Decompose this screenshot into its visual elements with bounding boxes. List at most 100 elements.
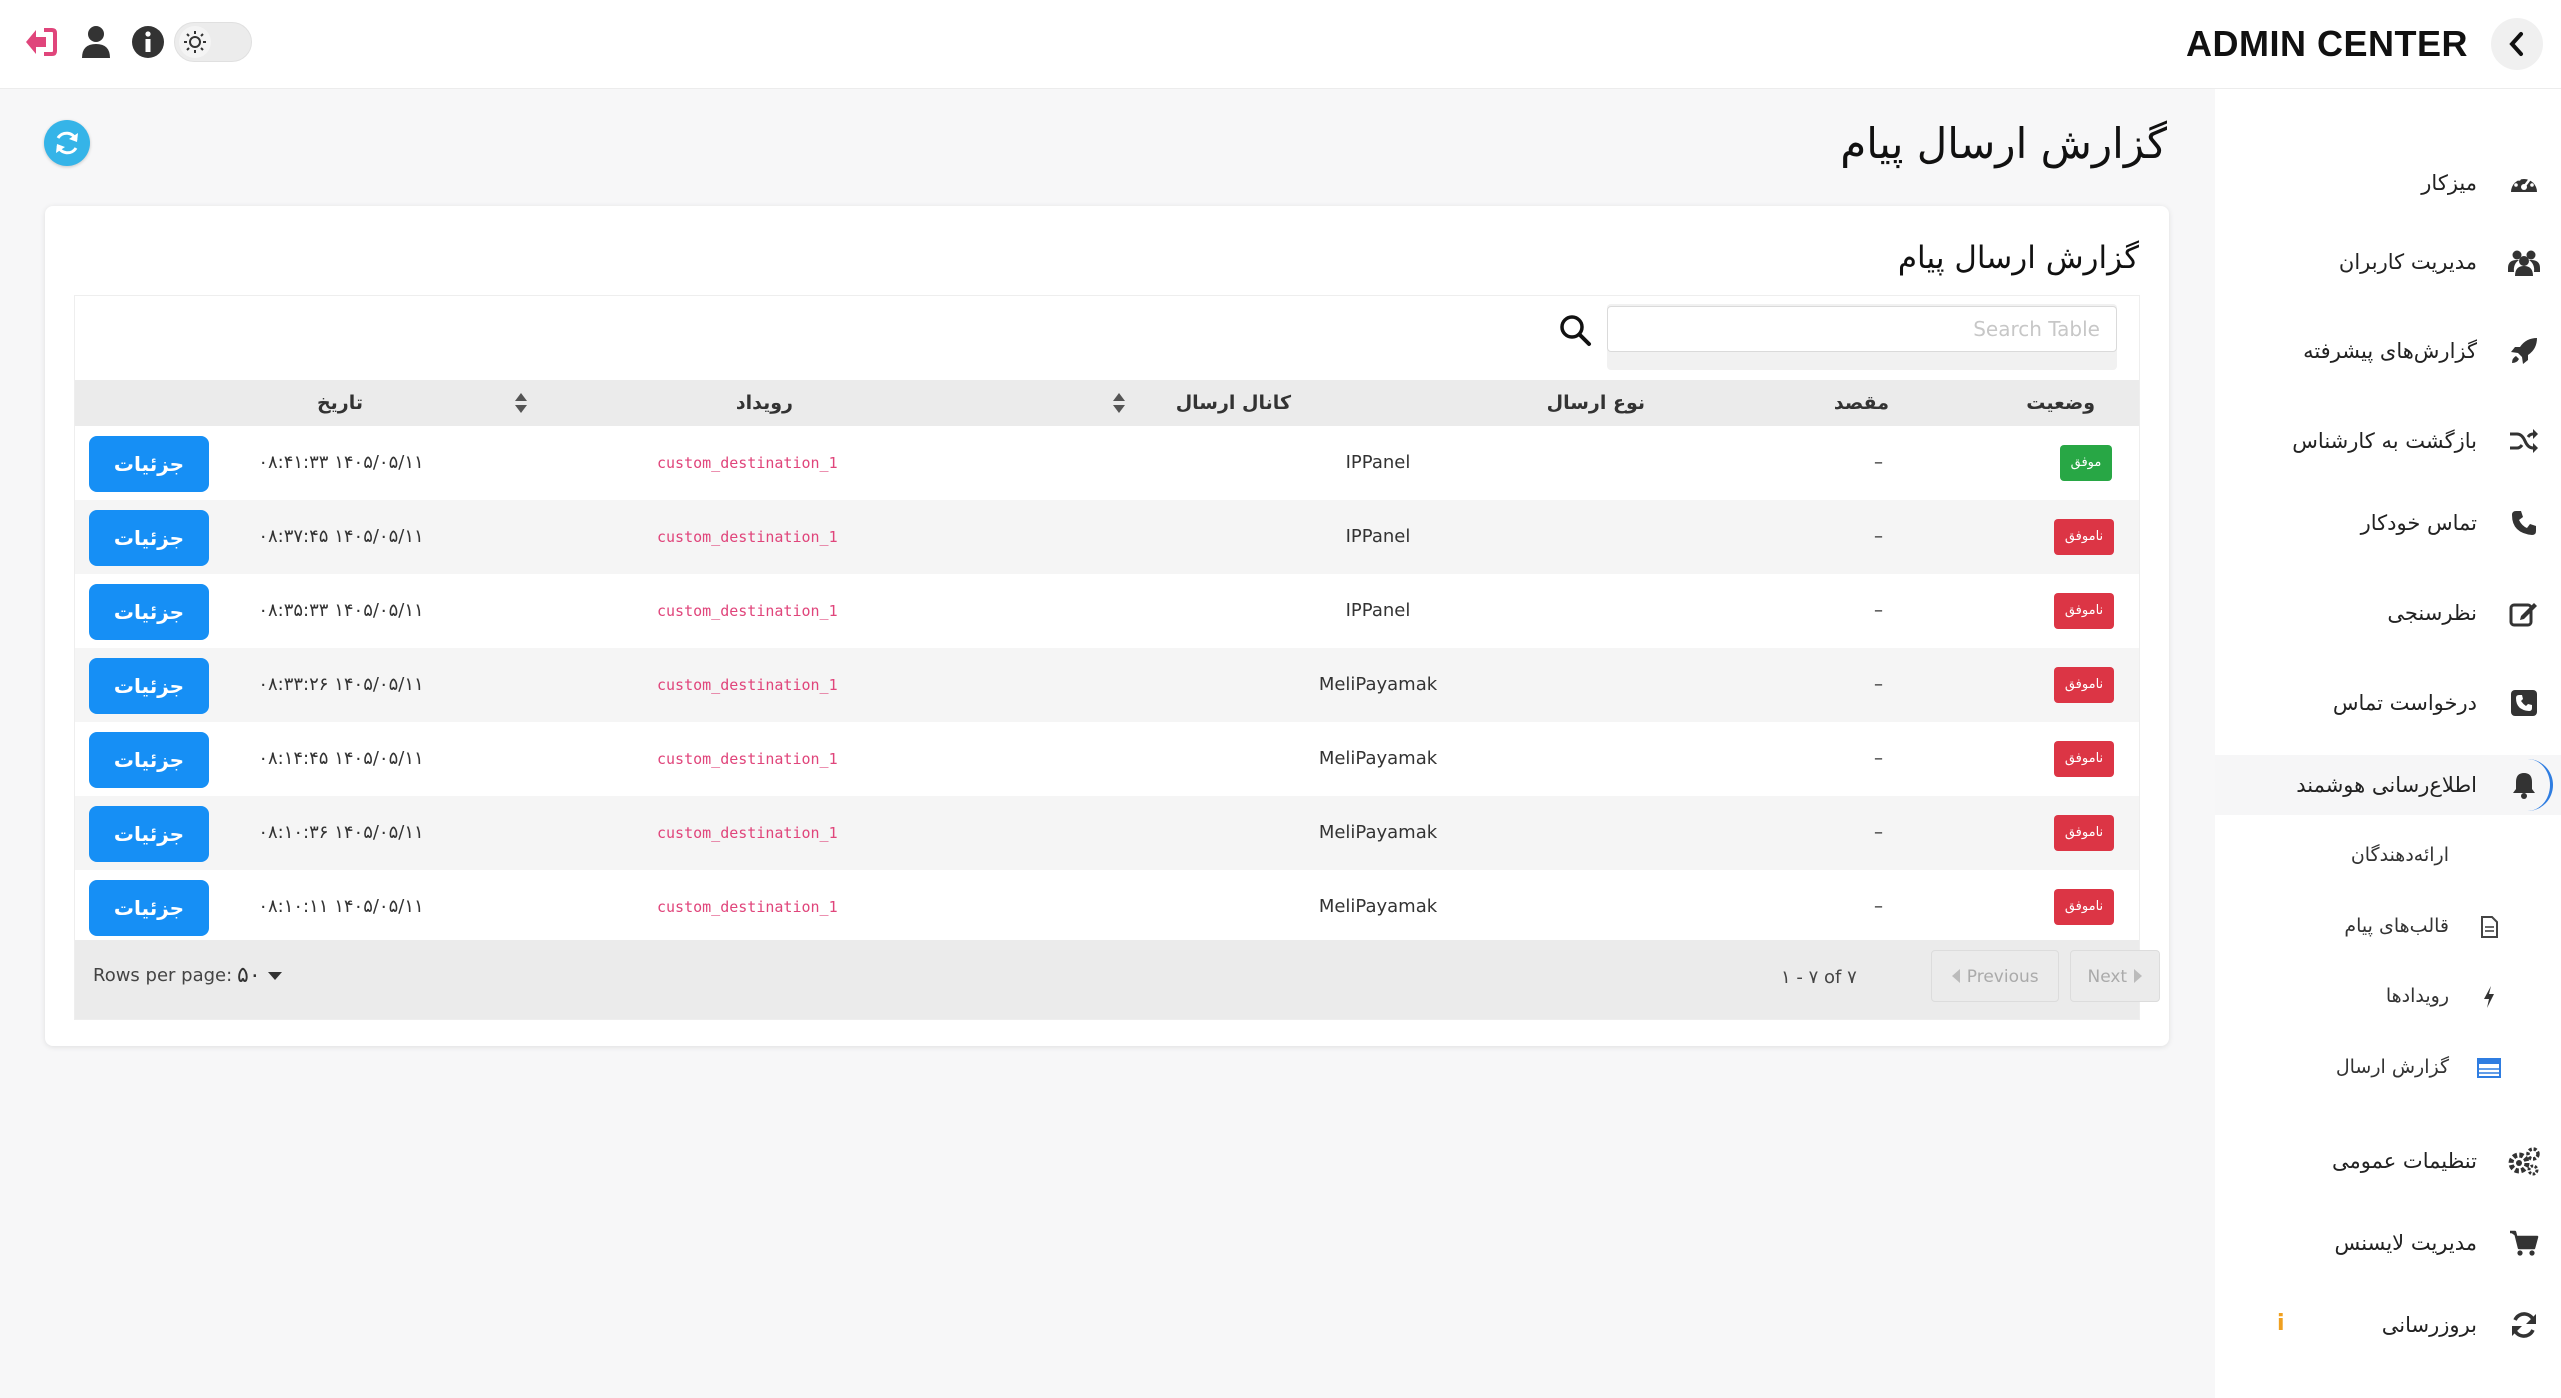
column-header-event[interactable]: رویداد bbox=[736, 380, 793, 426]
caret-left-icon bbox=[1952, 969, 1961, 983]
search-input[interactable] bbox=[1607, 306, 2117, 352]
event-cell: custom_destination_1 bbox=[657, 750, 838, 768]
gears-icon bbox=[2507, 1145, 2541, 1177]
sun-icon bbox=[179, 26, 211, 58]
top-bar: ADMIN CENTER bbox=[0, 0, 2561, 89]
search-icon[interactable] bbox=[1555, 310, 1595, 350]
status-badge: ناموفق bbox=[2054, 593, 2114, 629]
column-header-destination[interactable]: مقصد bbox=[1834, 380, 1889, 426]
destination-cell: – bbox=[1874, 674, 1883, 695]
info-icon[interactable] bbox=[126, 20, 170, 64]
previous-page-button[interactable]: Previous bbox=[1931, 950, 2059, 1002]
column-header-status[interactable]: وضعیت bbox=[2026, 380, 2095, 426]
sidebar-collapse-button[interactable] bbox=[2491, 18, 2543, 70]
sidebar-item-smart-notification[interactable]: اطلاع‌رسانی هوشمند bbox=[2215, 755, 2561, 815]
sidebar-item-survey[interactable]: نظرسنجی bbox=[2215, 583, 2561, 643]
date-cell: ۱۴۰۵/۰۵/۱۱ ۰۸:۴۱:۳۳ bbox=[258, 452, 424, 473]
refresh-button[interactable] bbox=[44, 120, 90, 166]
status-badge: ناموفق bbox=[2054, 667, 2114, 703]
channel-cell: MeliPayamak bbox=[1318, 674, 1438, 695]
phone-icon bbox=[2507, 507, 2541, 539]
channel-cell: MeliPayamak bbox=[1318, 822, 1438, 843]
rows-per-page-label: Rows per page: bbox=[93, 965, 233, 986]
table-header: وضعیت مقصد نوع ارسال کانال ارسال رویداد … bbox=[75, 380, 2139, 426]
table-row: موفق – IPPanel custom_destination_1 ۱۴۰۵/۰۵/… bbox=[75, 426, 2139, 500]
date-cell: ۱۴۰۵/۰۵/۱۱ ۰۸:۱۴:۴۵ bbox=[258, 748, 424, 769]
event-cell: custom_destination_1 bbox=[657, 824, 838, 842]
caret-right-icon bbox=[2133, 969, 2142, 983]
date-cell: ۱۴۰۵/۰۵/۱۱ ۰۸:۱۰:۳۶ bbox=[258, 822, 424, 843]
table-row: ناموفق – IPPanel custom_destination_1 ۱۴۰۵/۰… bbox=[75, 574, 2139, 648]
pagination-range: ۱ - ۷ of ۷ bbox=[1781, 967, 1857, 988]
page-title: گزارش ارسال پیام bbox=[1840, 119, 2167, 168]
details-button[interactable]: جزئیات bbox=[89, 510, 209, 566]
status-badge: ناموفق bbox=[2054, 889, 2114, 925]
destination-cell: – bbox=[1874, 748, 1883, 769]
next-page-button[interactable]: Next bbox=[2070, 950, 2160, 1002]
channel-cell: IPPanel bbox=[1345, 526, 1411, 547]
event-cell: custom_destination_1 bbox=[657, 898, 838, 916]
status-badge: ناموفق bbox=[2054, 741, 2114, 777]
speedometer-icon bbox=[2507, 167, 2541, 199]
bolt-icon bbox=[2477, 985, 2501, 1009]
destination-cell: – bbox=[1874, 452, 1883, 473]
date-cell: ۱۴۰۵/۰۵/۱۱ ۰۸:۳۵:۳۳ bbox=[258, 600, 424, 621]
table-footer: Rows per page: ۵۰ ۱ - ۷ of ۷ Previous Ne… bbox=[75, 940, 2160, 1019]
report-card: گزارش ارسال پیام وضعیت مقصد نوع ارسال کا… bbox=[45, 206, 2169, 1046]
sidebar-item-dashboard[interactable]: میزکار bbox=[2215, 153, 2561, 213]
details-button[interactable]: جزئیات bbox=[89, 584, 209, 640]
sidebar-item-users[interactable]: مدیریت کاربران bbox=[2215, 232, 2561, 292]
rows-per-page-select[interactable]: ۵۰ bbox=[237, 956, 283, 996]
destination-cell: – bbox=[1874, 600, 1883, 621]
sidebar-item-license-management[interactable]: مدیریت لایسنس bbox=[2215, 1213, 2561, 1273]
event-cell: custom_destination_1 bbox=[657, 528, 838, 546]
table-row: ناموفق – IPPanel custom_destination_1 ۱۴۰۵/۰… bbox=[75, 500, 2139, 574]
edit-icon bbox=[2507, 597, 2541, 629]
sidebar-item-update[interactable]: بروزرسانی i bbox=[2215, 1295, 2561, 1355]
user-icon[interactable] bbox=[74, 20, 118, 64]
details-button[interactable]: جزئیات bbox=[89, 880, 209, 936]
details-button[interactable]: جزئیات bbox=[89, 732, 209, 788]
table-icon bbox=[2477, 1056, 2501, 1080]
theme-toggle[interactable] bbox=[174, 22, 252, 62]
update-available-badge: i bbox=[2277, 1311, 2285, 1336]
sidebar-subitem-providers[interactable]: ارائه‌دهندگان bbox=[2215, 830, 2561, 880]
details-button[interactable]: جزئیات bbox=[89, 806, 209, 862]
status-badge: ناموفق bbox=[2054, 519, 2114, 555]
phone-square-icon bbox=[2507, 687, 2541, 719]
status-badge: ناموفق bbox=[2054, 815, 2114, 851]
sidebar-item-call-request[interactable]: درخواست تماس bbox=[2215, 673, 2561, 733]
file-icon bbox=[2477, 915, 2501, 939]
chevron-left-icon bbox=[2509, 32, 2523, 56]
event-cell: custom_destination_1 bbox=[657, 676, 838, 694]
table-row: ناموفق – MeliPayamak custom_destination_1 ۱۴… bbox=[75, 722, 2139, 796]
column-header-date[interactable]: تاریخ bbox=[317, 380, 363, 426]
channel-cell: IPPanel bbox=[1345, 600, 1411, 621]
sidebar-item-advanced-reports[interactable]: گزارش‌های پیشرفته bbox=[2215, 321, 2561, 381]
sidebar-item-general-settings[interactable]: تنظیمات عمومی bbox=[2215, 1131, 2561, 1191]
sort-icon[interactable] bbox=[514, 392, 528, 414]
details-button[interactable]: جزئیات bbox=[89, 436, 209, 492]
logout-icon[interactable] bbox=[18, 20, 62, 64]
sidebar-item-return-to-agent[interactable]: بازگشت به کارشناس bbox=[2215, 411, 2561, 471]
sidebar-subitem-message-templates[interactable]: قالب‌های پیام bbox=[2215, 901, 2561, 951]
sort-icon[interactable] bbox=[1112, 392, 1126, 414]
table-row: ناموفق – MeliPayamak custom_destination_1 ۱۴… bbox=[75, 648, 2139, 722]
brand-title: ADMIN CENTER bbox=[2186, 23, 2468, 64]
column-header-send-type[interactable]: نوع ارسال bbox=[1547, 380, 1645, 426]
table-row: ناموفق – MeliPayamak custom_destination_1 ۱۴… bbox=[75, 796, 2139, 870]
date-cell: ۱۴۰۵/۰۵/۱۱ ۰۸:۱۰:۱۱ bbox=[258, 896, 424, 917]
column-header-channel[interactable]: کانال ارسال bbox=[1176, 380, 1291, 426]
cart-icon bbox=[2507, 1227, 2541, 1259]
details-button[interactable]: جزئیات bbox=[89, 658, 209, 714]
event-cell: custom_destination_1 bbox=[657, 454, 838, 472]
destination-cell: – bbox=[1874, 896, 1883, 917]
sync-icon bbox=[2507, 1309, 2541, 1341]
report-table: وضعیت مقصد نوع ارسال کانال ارسال رویداد … bbox=[74, 295, 2160, 1020]
sidebar: میزکار مدیریت کاربران گزارش‌های پیشرفته … bbox=[2215, 89, 2561, 1398]
sidebar-subitem-events[interactable]: رویدادها bbox=[2215, 971, 2561, 1021]
sidebar-subitem-send-report[interactable]: گزارش ارسال bbox=[2215, 1042, 2561, 1092]
event-cell: custom_destination_1 bbox=[657, 602, 838, 620]
table-search-bar bbox=[75, 296, 2139, 380]
sidebar-item-auto-call[interactable]: تماس خودکار bbox=[2215, 493, 2561, 553]
